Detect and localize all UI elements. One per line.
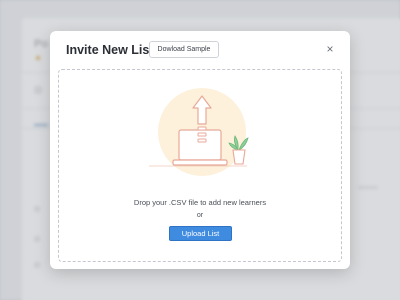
modal-header: Invite New List Dowload Sample × <box>50 31 350 69</box>
upload-arrow-segment <box>197 126 207 131</box>
upload-list-button[interactable]: Upload List <box>169 226 232 241</box>
upload-arrow-segment <box>197 132 207 137</box>
laptop-upload-illustration <box>149 88 249 176</box>
close-icon[interactable]: × <box>324 43 336 55</box>
dropzone-instruction: Drop your .CSV file to add new learners <box>133 198 267 207</box>
csv-dropzone[interactable]: Drop your .CSV file to add new learners … <box>58 69 342 262</box>
modal-title: Invite New List <box>66 43 154 57</box>
invite-list-modal: Invite New List Dowload Sample × Drop yo… <box>50 31 350 269</box>
download-sample-button[interactable]: Dowload Sample <box>149 41 219 58</box>
dropzone-or-label: or <box>196 212 204 219</box>
plant-pot <box>232 149 246 165</box>
laptop-base <box>172 159 228 166</box>
upload-arrow-segment <box>197 138 207 143</box>
